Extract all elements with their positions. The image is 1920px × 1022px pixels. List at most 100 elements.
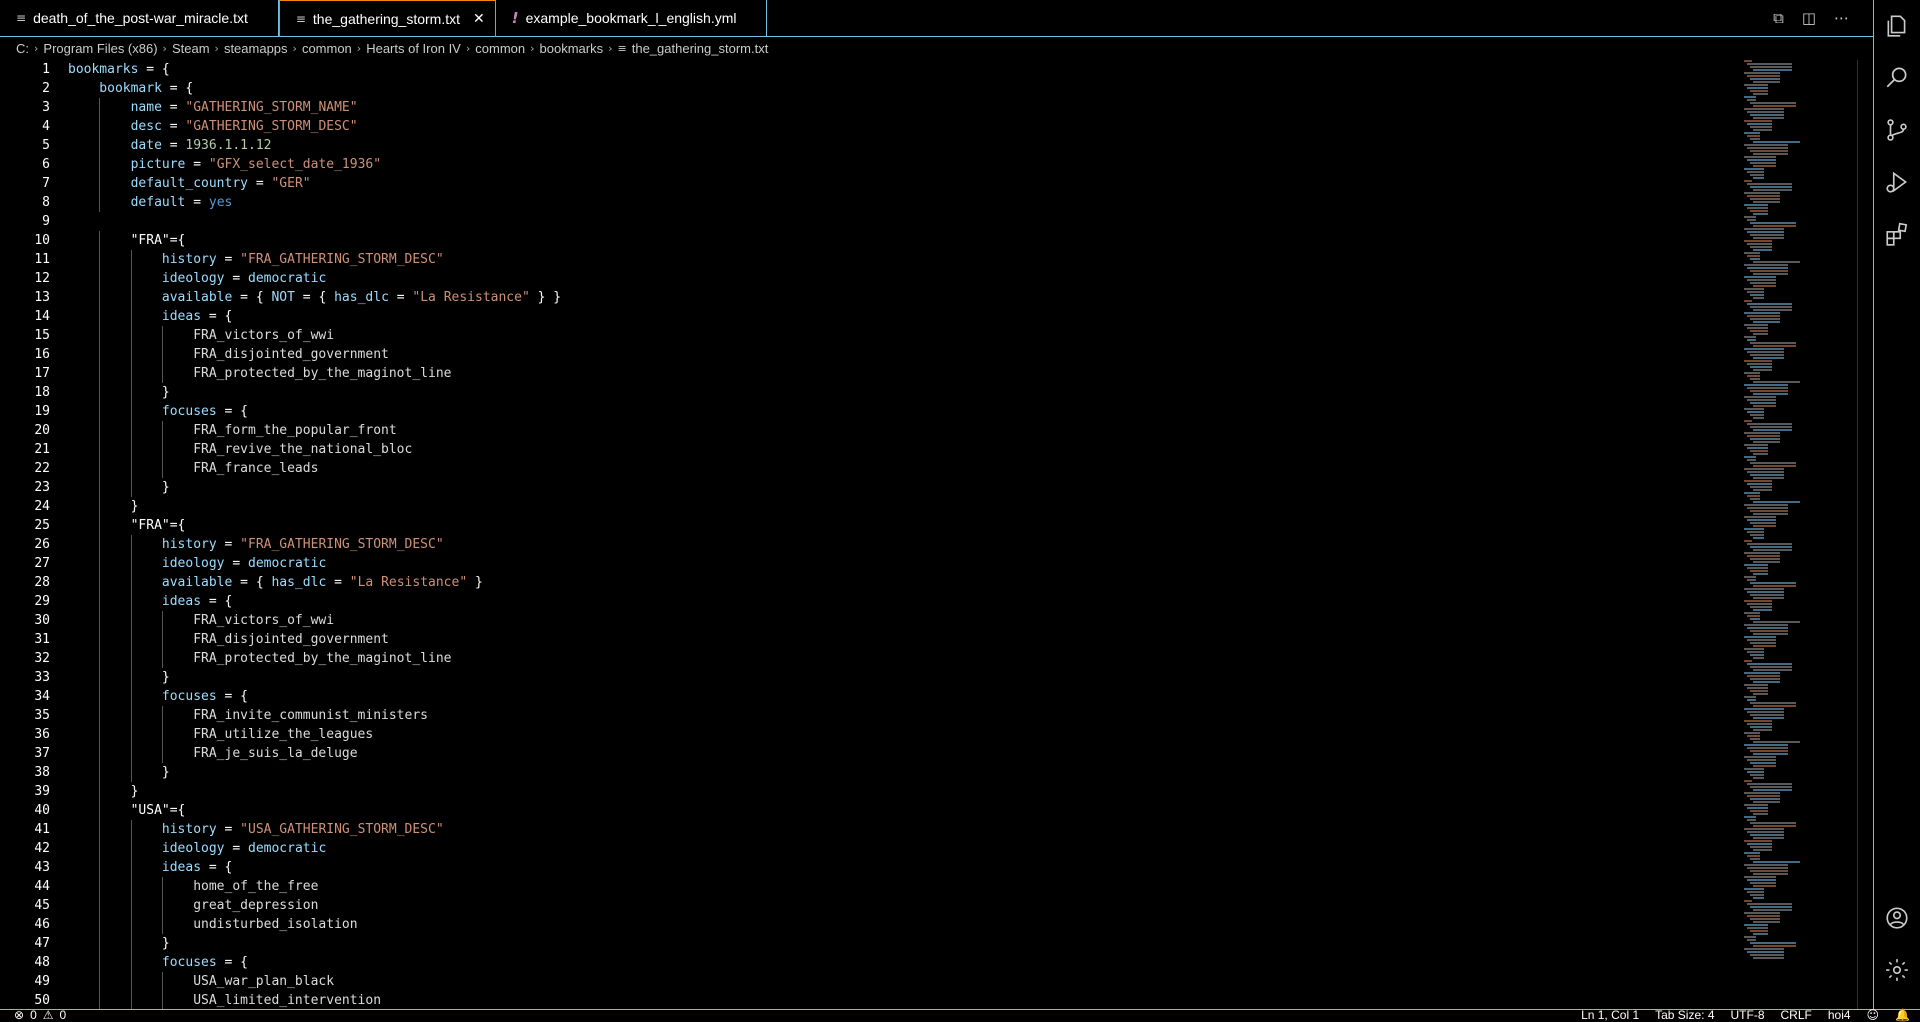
settings-gear-icon[interactable] <box>1874 950 1920 990</box>
more-actions-icon[interactable]: ⋯ <box>1834 9 1849 27</box>
code-line[interactable]: ideology = democratic <box>68 839 561 858</box>
editor-tab[interactable]: ≡ the_gathering_storm.txt ✕ <box>278 0 496 37</box>
code-line[interactable]: "FRA"={ <box>68 231 561 250</box>
search-icon[interactable] <box>1874 57 1920 97</box>
minimap-line <box>1753 177 1764 179</box>
extensions-icon[interactable] <box>1874 214 1920 254</box>
code-line[interactable]: focuses = { <box>68 402 561 421</box>
code-line[interactable]: great_depression <box>68 896 561 915</box>
code-line[interactable]: FRA_disjointed_government <box>68 630 561 649</box>
code-line[interactable]: "USA"={ <box>68 801 561 820</box>
split-editor-icon[interactable]: ◫ <box>1802 9 1816 27</box>
code-line[interactable]: } <box>68 763 561 782</box>
code-token: "FRA_GATHERING_STORM_DESC" <box>240 537 444 552</box>
line-number: 36 <box>34 727 50 742</box>
line-ending[interactable]: CRLF <box>1781 1008 1812 1022</box>
code-line[interactable]: ideas = { <box>68 858 561 877</box>
breadcrumb-item[interactable]: Steam <box>172 41 210 56</box>
code-line[interactable]: "FRA"={ <box>68 516 561 535</box>
code-line[interactable]: FRA_je_suis_la_deluge <box>68 744 561 763</box>
code-line[interactable]: FRA_revive_the_national_bloc <box>68 440 561 459</box>
code-line[interactable]: date = 1936.1.1.12 <box>68 136 561 155</box>
code-line[interactable]: FRA_victors_of_wwi <box>68 326 561 345</box>
breadcrumb-item[interactable]: C: <box>16 41 29 56</box>
code-line[interactable]: FRA_utilize_the_leagues <box>68 725 561 744</box>
code-line[interactable] <box>68 212 561 231</box>
line-number: 14 <box>34 309 50 324</box>
breadcrumb-item[interactable]: common <box>475 41 525 56</box>
code-line[interactable]: USA_limited_intervention <box>68 991 561 1009</box>
code-line[interactable]: } <box>68 497 561 516</box>
indent-guide <box>130 326 132 345</box>
code-line[interactable]: available = { NOT = { has_dlc = "La Resi… <box>68 288 561 307</box>
cursor-position[interactable]: Ln 1, Col 1 <box>1581 1008 1639 1022</box>
minimap-line <box>1744 204 1768 206</box>
code-line[interactable]: bookmark = { <box>68 79 561 98</box>
code-token: "GATHERING_STORM_DESC" <box>185 119 358 134</box>
code-line[interactable]: } <box>68 383 561 402</box>
code-line[interactable]: ideas = { <box>68 307 561 326</box>
code-token: date <box>130 138 162 153</box>
code-line[interactable]: picture = "GFX_select_date_1936" <box>68 155 561 174</box>
code-line[interactable]: FRA_form_the_popular_front <box>68 421 561 440</box>
code-line[interactable]: FRA_victors_of_wwi <box>68 611 561 630</box>
encoding[interactable]: UTF-8 <box>1731 1008 1765 1022</box>
close-icon[interactable]: ✕ <box>473 11 485 27</box>
explorer-icon[interactable] <box>1874 6 1920 46</box>
breadcrumb-item[interactable]: the_gathering_storm.txt <box>632 41 769 56</box>
code-line[interactable]: name = "GATHERING_STORM_NAME" <box>68 98 561 117</box>
editor-tab[interactable]: ! example_bookmark_l_english.yml <box>496 0 768 36</box>
breadcrumb-item[interactable]: common <box>302 41 352 56</box>
notifications-icon[interactable]: 🔔 <box>1895 1008 1910 1022</box>
breadcrumb-item[interactable]: Program Files (x86) <box>43 41 157 56</box>
minimap-line <box>1744 228 1784 230</box>
minimap-line <box>1750 102 1796 104</box>
code-line[interactable]: ideology = democratic <box>68 269 561 288</box>
code-line[interactable]: FRA_protected_by_the_maginot_line <box>68 364 561 383</box>
code-line[interactable]: bookmarks = { <box>68 60 561 79</box>
language-mode[interactable]: hoi4 <box>1828 1008 1851 1022</box>
code-line[interactable]: ideology = democratic <box>68 554 561 573</box>
code-line[interactable]: default_country = "GER" <box>68 174 561 193</box>
code-line[interactable]: } <box>68 478 561 497</box>
code-line[interactable]: undisturbed_isolation <box>68 915 561 934</box>
run-debug-icon[interactable] <box>1874 162 1920 202</box>
code-line[interactable]: focuses = { <box>68 953 561 972</box>
account-icon[interactable] <box>1874 898 1920 938</box>
code-line[interactable]: available = { has_dlc = "La Resistance" … <box>68 573 561 592</box>
code-line[interactable]: FRA_invite_communist_ministers <box>68 706 561 725</box>
code-line[interactable]: } <box>68 934 561 953</box>
open-changes-icon[interactable]: ⧉ <box>1773 9 1784 27</box>
code-line[interactable]: focuses = { <box>68 687 561 706</box>
code-line[interactable]: home_of_the_free <box>68 877 561 896</box>
problems-indicator[interactable]: ⊗ 0 ⚠ 0 <box>14 1008 66 1022</box>
minimap[interactable] <box>1744 60 1844 1009</box>
editor-tab[interactable]: ≡ death_of_the_post-war_miracle.txt <box>0 0 279 36</box>
code-line[interactable]: FRA_france_leads <box>68 459 561 478</box>
code-line[interactable]: USA_war_plan_black <box>68 972 561 991</box>
scrollbar-track[interactable] <box>1857 60 1858 1009</box>
code-line[interactable]: FRA_disjointed_government <box>68 345 561 364</box>
code-line[interactable]: } <box>68 782 561 801</box>
tab-size[interactable]: Tab Size: 4 <box>1655 1008 1714 1022</box>
minimap-line <box>1744 240 1772 242</box>
code-line[interactable]: ideas = { <box>68 592 561 611</box>
code-line[interactable]: history = "FRA_GATHERING_STORM_DESC" <box>68 535 561 554</box>
code-line[interactable]: } <box>68 668 561 687</box>
indent-guide <box>99 98 101 117</box>
feedback-icon[interactable]: ☺ <box>1867 1008 1880 1022</box>
code-line[interactable]: desc = "GATHERING_STORM_DESC" <box>68 117 561 136</box>
breadcrumb-item[interactable]: steamapps <box>224 41 288 56</box>
code-editor[interactable]: 1 2 3 4 5 6 7 8 9 10 11 12 13 14 15 16 17 18 19 20 21 22 23 24 2… <box>0 60 1873 1009</box>
code-area[interactable]: bookmarks = {bookmark = {name = "GATHERI… <box>68 60 561 1009</box>
breadcrumb-item[interactable]: Hearts of Iron IV <box>366 41 461 56</box>
breadcrumb-item[interactable]: bookmarks <box>540 41 604 56</box>
code-line[interactable]: default = yes <box>68 193 561 212</box>
minimap-line <box>1750 678 1780 680</box>
source-control-icon[interactable] <box>1874 110 1920 150</box>
code-token: has_dlc <box>334 290 389 305</box>
code-line[interactable]: history = "FRA_GATHERING_STORM_DESC" <box>68 250 561 269</box>
code-line[interactable]: FRA_protected_by_the_maginot_line <box>68 649 561 668</box>
minimap-line <box>1747 195 1780 197</box>
code-line[interactable]: history = "USA_GATHERING_STORM_DESC" <box>68 820 561 839</box>
